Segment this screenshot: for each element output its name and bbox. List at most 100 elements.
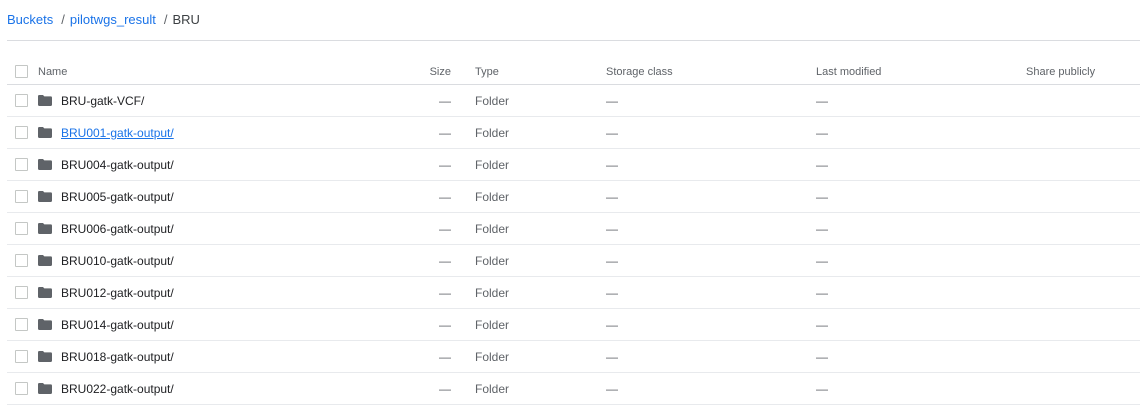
row-checkbox-cell [15,149,29,180]
row-checkbox[interactable] [15,350,28,363]
folder-name-link[interactable]: BRU-gatk-VCF/ [61,94,144,108]
name-cell: BRU-gatk-VCF/ [38,85,144,116]
storage-class-cell: — [606,93,618,108]
table-row[interactable]: BRU010-gatk-output/ — Folder — — [7,245,1140,277]
type-cell: Folder [475,125,510,140]
breadcrumb-buckets-link[interactable]: Buckets [7,12,53,28]
column-header-size[interactable]: Size [387,56,451,84]
storage-class-cell: — [606,317,618,332]
row-checkbox[interactable] [15,126,28,139]
last-modified-cell: — [816,221,828,236]
size-cell: — [439,221,451,236]
row-checkbox-cell [15,373,29,404]
table-row[interactable]: BRU014-gatk-output/ — Folder — — [7,309,1140,341]
breadcrumb: Buckets / pilotwgs_result / BRU [7,12,200,28]
table-row[interactable]: BRU001-gatk-output/ — Folder — — [7,117,1140,149]
folder-name-link[interactable]: BRU001-gatk-output/ [61,126,174,140]
name-cell: BRU006-gatk-output/ [38,213,174,244]
folder-name-link[interactable]: BRU014-gatk-output/ [61,318,174,332]
size-cell: — [439,349,451,364]
type-cell: Folder [475,93,510,108]
folder-name-link[interactable]: BRU006-gatk-output/ [61,222,174,236]
name-cell: BRU004-gatk-output/ [38,149,174,180]
folder-icon [38,95,52,106]
table-row[interactable]: BRU022-gatk-output/ — Folder — — [7,373,1140,405]
name-cell: BRU001-gatk-output/ [38,117,174,148]
name-cell: BRU010-gatk-output/ [38,245,174,276]
row-checkbox-cell [15,245,29,276]
type-cell: Folder [475,317,510,332]
last-modified-cell: — [816,93,828,108]
size-cell: — [439,125,451,140]
folder-icon [38,127,52,138]
type-cell: Folder [475,285,510,300]
size-cell: — [439,253,451,268]
storage-class-cell: — [606,253,618,268]
row-checkbox[interactable] [15,286,28,299]
folder-icon [38,223,52,234]
folder-name-link[interactable]: BRU004-gatk-output/ [61,158,174,172]
size-cell: — [439,285,451,300]
name-cell: BRU018-gatk-output/ [38,341,174,372]
type-cell: Folder [475,189,510,204]
select-all-checkbox[interactable] [15,65,28,78]
table-body: BRU-gatk-VCF/ — Folder — — BRU001-gatk-output… [7,85,1140,405]
type-cell: Folder [475,381,510,396]
folder-icon [38,255,52,266]
breadcrumb-current-folder: BRU [172,12,200,27]
last-modified-cell: — [816,349,828,364]
row-checkbox-cell [15,309,29,340]
column-header-share-publicly[interactable]: Share publicly [1026,56,1095,84]
last-modified-cell: — [816,317,828,332]
last-modified-cell: — [816,189,828,204]
storage-class-cell: — [606,285,618,300]
row-checkbox-cell [15,117,29,148]
folder-name-link[interactable]: BRU022-gatk-output/ [61,382,174,396]
folder-name-link[interactable]: BRU012-gatk-output/ [61,286,174,300]
name-cell: BRU012-gatk-output/ [38,277,174,308]
size-cell: — [439,317,451,332]
folder-name-link[interactable]: BRU018-gatk-output/ [61,350,174,364]
storage-class-cell: — [606,349,618,364]
breadcrumb-separator: / [163,12,168,27]
size-cell: — [439,189,451,204]
row-checkbox[interactable] [15,94,28,107]
table-row[interactable]: BRU005-gatk-output/ — Folder — — [7,181,1140,213]
row-checkbox-cell [15,277,29,308]
row-checkbox[interactable] [15,382,28,395]
storage-class-cell: — [606,157,618,172]
last-modified-cell: — [816,125,828,140]
table-row[interactable]: BRU012-gatk-output/ — Folder — — [7,277,1140,309]
column-header-name[interactable]: Name [38,56,67,84]
table-row[interactable]: BRU006-gatk-output/ — Folder — — [7,213,1140,245]
row-checkbox[interactable] [15,318,28,331]
size-cell: — [439,381,451,396]
last-modified-cell: — [816,157,828,172]
breadcrumb-bucket-link[interactable]: pilotwgs_result [70,12,156,28]
folder-name-link[interactable]: BRU010-gatk-output/ [61,254,174,268]
row-checkbox[interactable] [15,222,28,235]
storage-class-cell: — [606,221,618,236]
row-checkbox-cell [15,213,29,244]
folder-name-link[interactable]: BRU005-gatk-output/ [61,190,174,204]
breadcrumb-divider [7,40,1140,41]
table-row[interactable]: BRU018-gatk-output/ — Folder — — [7,341,1140,373]
table-row[interactable]: BRU-gatk-VCF/ — Folder — — [7,85,1140,117]
type-cell: Folder [475,349,510,364]
last-modified-cell: — [816,253,828,268]
row-checkbox[interactable] [15,158,28,171]
column-header-last-modified[interactable]: Last modified [816,56,881,84]
row-checkbox-cell [15,181,29,212]
table-row[interactable]: BRU004-gatk-output/ — Folder — — [7,149,1140,181]
column-header-storage-class[interactable]: Storage class [606,56,673,84]
size-cell: — [439,93,451,108]
folder-icon [38,191,52,202]
storage-class-cell: — [606,189,618,204]
breadcrumb-separator: / [61,12,65,27]
row-checkbox[interactable] [15,254,28,267]
column-header-type[interactable]: Type [475,56,499,84]
row-checkbox-cell [15,341,29,372]
folder-icon [38,319,52,330]
type-cell: Folder [475,221,510,236]
row-checkbox[interactable] [15,190,28,203]
